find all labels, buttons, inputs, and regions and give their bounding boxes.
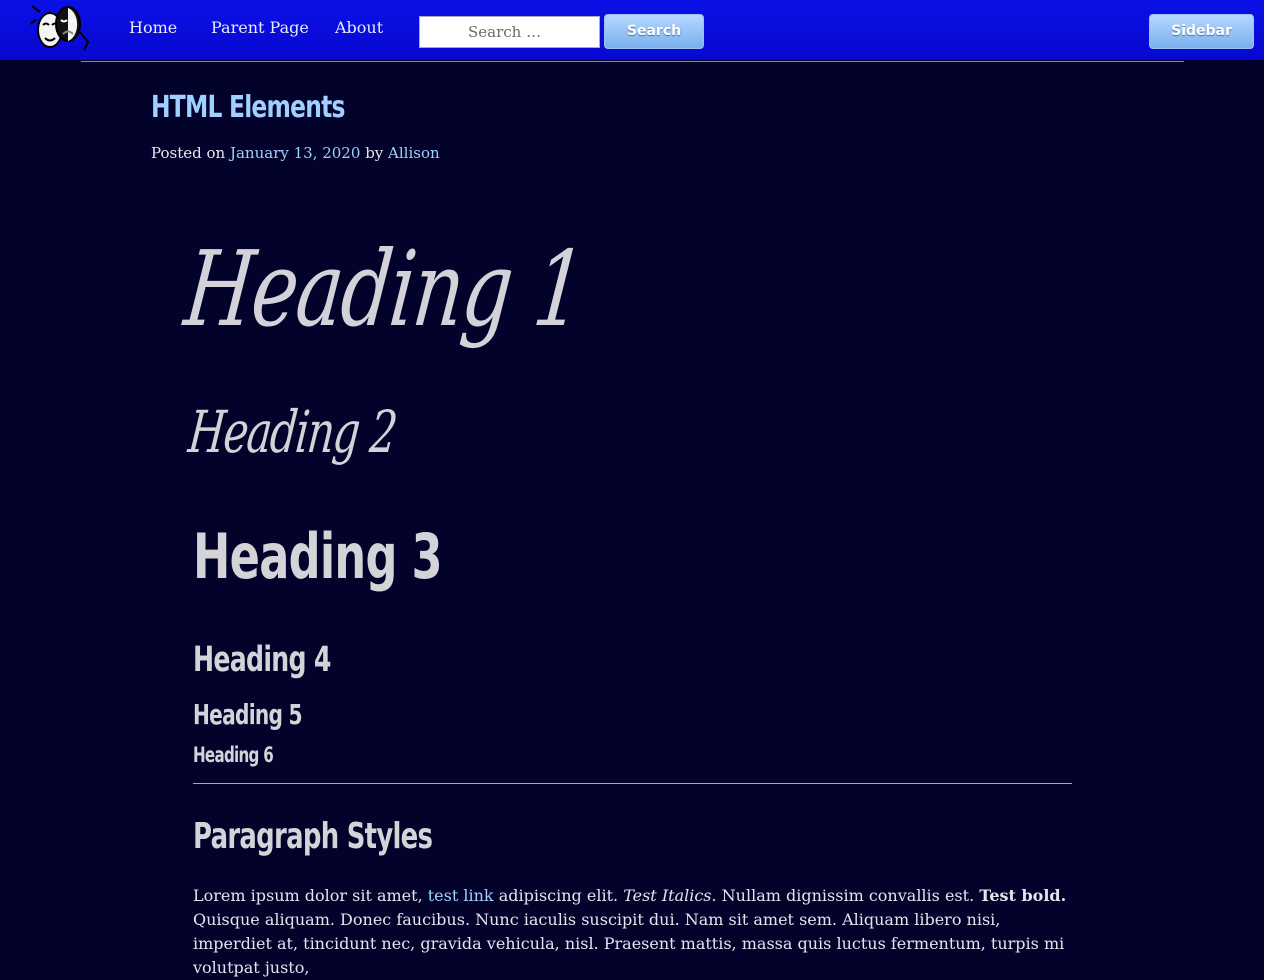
- post-date-link[interactable]: January 13, 2020: [230, 144, 360, 162]
- bold-text: Test bold.: [979, 886, 1067, 905]
- heading-6: Heading 6: [193, 743, 274, 767]
- posted-on-label: Posted on: [151, 144, 226, 162]
- search-button[interactable]: Search: [604, 14, 704, 49]
- by-label: by: [365, 144, 384, 162]
- post-author-link[interactable]: Allison: [388, 144, 440, 162]
- paragraph-styles-heading: Paragraph Styles: [193, 816, 433, 857]
- nav-item-about[interactable]: About: [335, 18, 383, 37]
- section-divider: [193, 783, 1072, 784]
- heading-2: Heading 2: [185, 398, 400, 466]
- test-link[interactable]: test link: [428, 886, 494, 905]
- post-title[interactable]: HTML Elements: [151, 90, 345, 125]
- post-meta: Posted on January 13, 2020 by Allison: [151, 144, 440, 162]
- heading-5: Heading 5: [193, 698, 303, 731]
- heading-1: Heading 1: [179, 228, 590, 350]
- heading-4: Heading 4: [193, 640, 331, 680]
- lorem-paragraph: Lorem ipsum dolor sit amet, test link ad…: [193, 884, 1078, 980]
- header-divider: [81, 61, 1184, 62]
- sidebar-toggle-button[interactable]: Sidebar: [1149, 14, 1254, 49]
- top-navigation-bar: Home Parent Page About Search Sidebar: [0, 0, 1264, 60]
- theater-masks-icon[interactable]: [30, 2, 92, 58]
- paragraph-text: Lorem ipsum dolor sit amet,: [193, 886, 428, 905]
- nav-item-parent-page[interactable]: Parent Page: [211, 18, 309, 37]
- paragraph-text: Nullam dignissim convallis est.: [716, 886, 980, 905]
- paragraph-text: Quisque aliquam. Donec faucibus. Nunc ia…: [193, 910, 1065, 977]
- heading-3: Heading 3: [193, 520, 443, 593]
- nav-item-home[interactable]: Home: [129, 18, 177, 37]
- paragraph-text: adipiscing elit.: [493, 886, 624, 905]
- search-input[interactable]: [419, 16, 600, 48]
- italic-text: Test Italics.: [623, 886, 717, 905]
